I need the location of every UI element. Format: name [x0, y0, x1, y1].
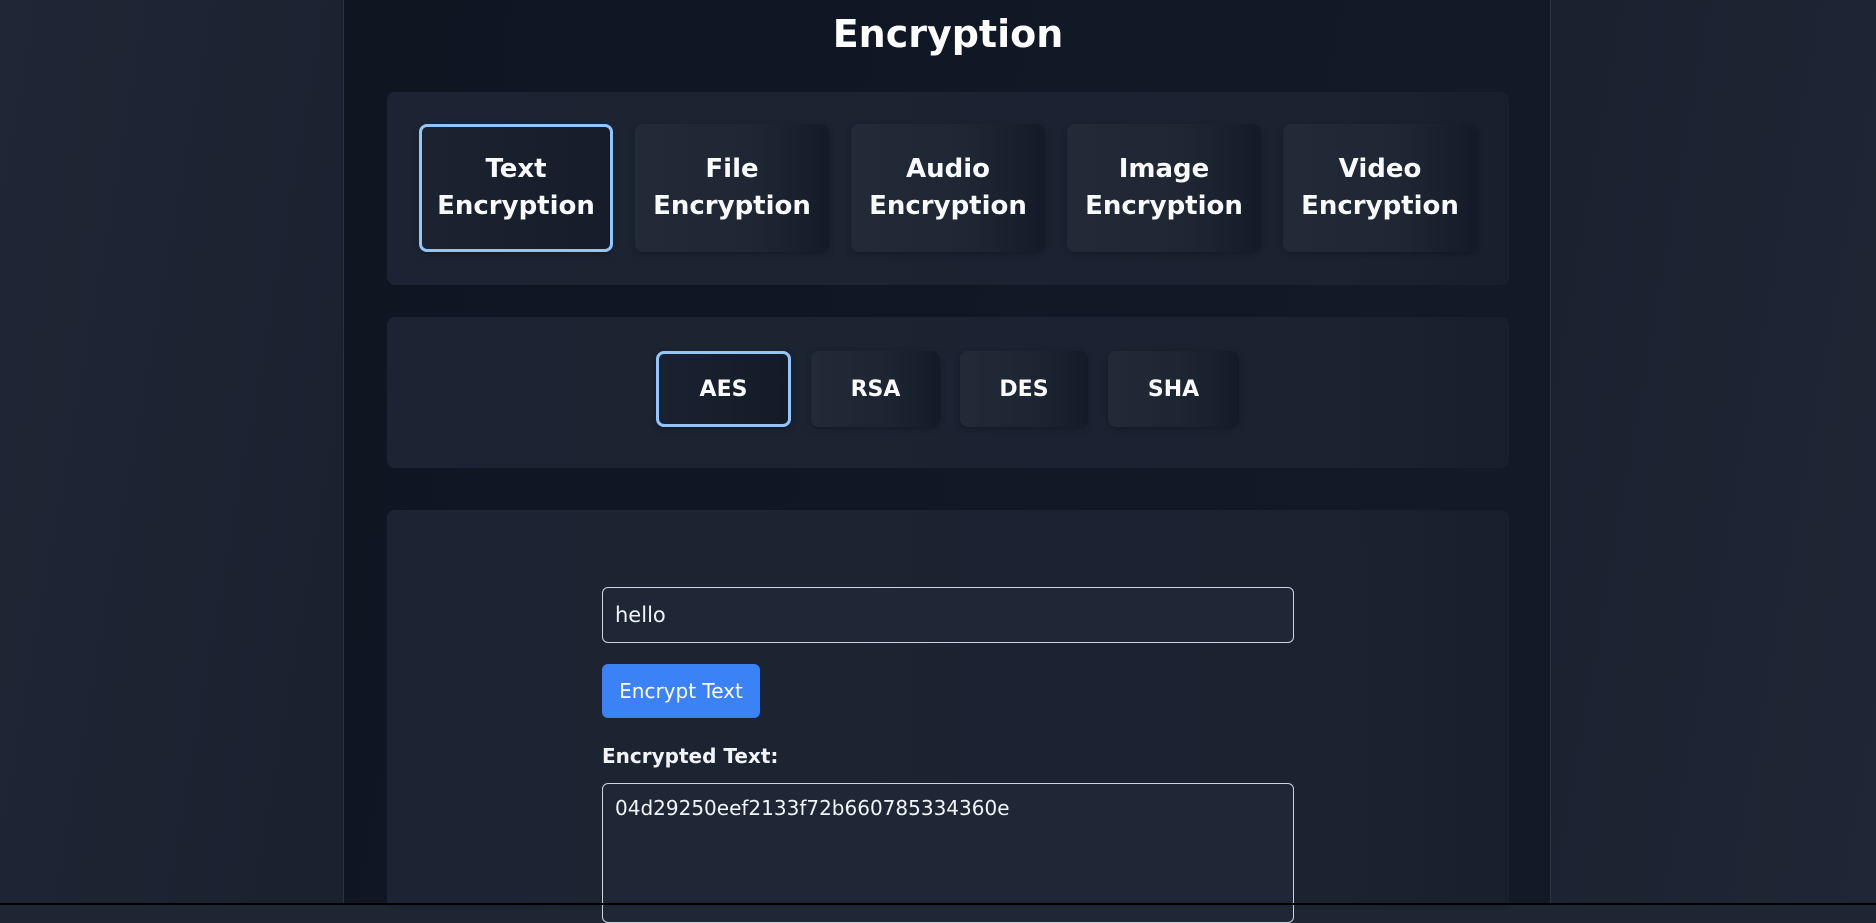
main-content: Encryption Text Encryption File Encrypti… [343, 0, 1551, 910]
tab-file-encryption[interactable]: File Encryption [635, 124, 829, 252]
encryption-type-selector: Text Encryption File Encryption Audio En… [387, 92, 1509, 285]
tab-image-encryption[interactable]: Image Encryption [1067, 124, 1261, 252]
algorithm-selector: AES RSA DES SHA [387, 317, 1509, 468]
algorithm-sha-button[interactable]: SHA [1108, 351, 1239, 427]
encrypt-text-button[interactable]: Encrypt Text [602, 664, 760, 718]
tab-audio-encryption[interactable]: Audio Encryption [851, 124, 1045, 252]
algorithm-des-button[interactable]: DES [960, 351, 1088, 427]
encrypted-text-output[interactable]: 04d29250eef2133f72b660785334360e [602, 783, 1294, 923]
algorithm-rsa-button[interactable]: RSA [811, 351, 940, 427]
encrypted-text-label: Encrypted Text: [602, 744, 779, 768]
tab-text-encryption[interactable]: Text Encryption [419, 124, 613, 252]
plaintext-input[interactable] [602, 587, 1294, 643]
page-title: Encryption [832, 12, 1064, 56]
tab-video-encryption[interactable]: Video Encryption [1283, 124, 1477, 252]
algorithm-aes-button[interactable]: AES [656, 351, 791, 427]
